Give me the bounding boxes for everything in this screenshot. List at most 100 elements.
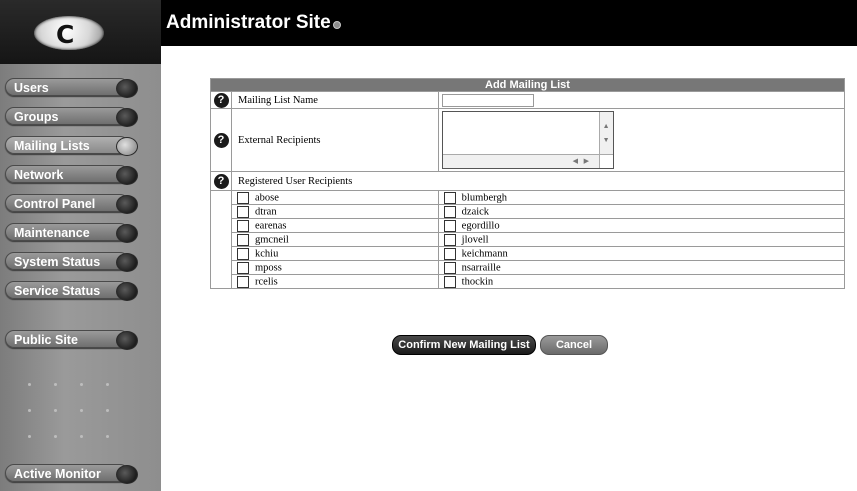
user-name: gmcneil — [255, 233, 289, 245]
user-cell: egordillo — [437, 218, 846, 233]
user-checkbox[interactable] — [237, 275, 249, 288]
user-name: thockin — [461, 275, 494, 287]
user-checkbox[interactable] — [237, 247, 249, 260]
user-name: blumbergh — [461, 191, 507, 203]
user-cell: mposs — [231, 260, 439, 275]
sidebar-item-system-status[interactable]: System Status — [5, 252, 138, 272]
sidebar-item-label: System Status — [14, 255, 101, 269]
external-recipients-cell: ▲ ▼ ◀ ▶ — [437, 108, 846, 172]
nav-knob-icon — [116, 166, 138, 185]
user-cell: thockin — [437, 274, 846, 289]
sidebar-item-control-panel[interactable]: Control Panel — [5, 194, 138, 214]
horizontal-scrollbar[interactable]: ◀ ▶ — [442, 154, 599, 168]
user-name: nsarraille — [461, 261, 501, 273]
scroll-up-arrow-icon[interactable]: ▲ — [603, 122, 610, 130]
mailing-list-name-input[interactable] — [441, 93, 534, 107]
add-mailing-list-form: Add Mailing List ? Mailing List Name ? E… — [210, 78, 846, 289]
user-name: earenas — [255, 219, 287, 231]
sidebar-item-public-site[interactable]: Public Site — [5, 330, 138, 350]
nav-knob-icon — [116, 195, 138, 214]
user-cell: abose — [231, 190, 439, 205]
help-question-icon[interactable]: ? — [213, 92, 229, 108]
user-name: egordillo — [461, 219, 500, 231]
sidebar-item-label: Public Site — [14, 333, 78, 347]
registered-user-recipients-label: Registered User Recipients — [231, 171, 845, 191]
user-cell: rcelis — [231, 274, 439, 289]
user-checkbox[interactable] — [443, 205, 456, 218]
user-checkbox[interactable] — [237, 205, 249, 218]
scroll-right-arrow-icon[interactable]: ▶ — [584, 157, 589, 165]
sidebar: Users Groups Mailing Lists Network Contr… — [0, 64, 161, 491]
external-recipients-label: External Recipients — [231, 108, 439, 172]
user-checkbox[interactable] — [443, 275, 456, 288]
scroll-left-arrow-icon[interactable]: ◀ — [573, 157, 578, 165]
help-cell: ? — [210, 108, 232, 172]
scroll-down-arrow-icon[interactable]: ▼ — [603, 136, 610, 144]
sidebar-item-groups[interactable]: Groups — [5, 107, 138, 127]
logo-area: C — [0, 0, 161, 64]
nav-knob-icon — [116, 253, 138, 272]
user-cell: dzaick — [437, 204, 846, 219]
cobalt-logo[interactable]: C — [34, 16, 104, 50]
sidebar-item-label: Maintenance — [14, 226, 90, 240]
nav-knob-icon — [116, 224, 138, 243]
sidebar-item-service-status[interactable]: Service Status — [5, 281, 138, 301]
form-title: Add Mailing List — [210, 78, 845, 92]
nav-knob-icon — [116, 331, 138, 350]
user-cell: nsarraille — [437, 260, 846, 275]
page-title: Administrator Site — [166, 12, 331, 33]
user-name: abose — [255, 191, 279, 203]
nav-knob-icon — [116, 282, 138, 301]
sidebar-item-users[interactable]: Users — [5, 78, 138, 98]
user-checkbox[interactable] — [237, 261, 249, 274]
user-checkbox[interactable] — [443, 233, 456, 246]
user-name: dtran — [255, 205, 277, 217]
spacer-cell — [210, 190, 232, 289]
sidebar-item-active-monitor[interactable]: Active Monitor — [5, 464, 138, 484]
scrollbar-corner — [598, 154, 613, 168]
help-cell: ? — [210, 171, 232, 191]
user-checkbox[interactable] — [237, 219, 249, 232]
sidebar-item-maintenance[interactable]: Maintenance — [5, 223, 138, 243]
user-cell: dtran — [231, 204, 439, 219]
help-cell: ? — [210, 91, 232, 109]
sidebar-item-label: Users — [14, 81, 49, 95]
user-name: jlovell — [461, 233, 489, 245]
nav-knob-icon — [116, 137, 138, 156]
nav-knob-icon — [116, 108, 138, 127]
sidebar-item-label: Groups — [14, 110, 59, 124]
sidebar-item-label: Mailing Lists — [14, 139, 90, 153]
confirm-new-mailing-list-button[interactable]: Confirm New Mailing List — [392, 335, 536, 355]
sidebar-item-network[interactable]: Network — [5, 165, 138, 185]
user-name: rcelis — [255, 275, 278, 287]
external-recipients-textarea[interactable]: ▲ ▼ ◀ ▶ — [441, 111, 614, 169]
sidebar-item-label: Control Panel — [14, 197, 96, 211]
mailing-list-name-label: Mailing List Name — [231, 91, 439, 109]
user-cell: gmcneil — [231, 232, 439, 247]
user-cell: jlovell — [437, 232, 846, 247]
user-name: keichmann — [461, 247, 508, 259]
vertical-scrollbar[interactable]: ▲ ▼ — [598, 112, 613, 154]
user-checkbox[interactable] — [237, 233, 249, 246]
user-cell: earenas — [231, 218, 439, 233]
user-checkbox[interactable] — [443, 219, 456, 232]
nav-knob-icon — [116, 465, 138, 484]
help-question-icon[interactable]: ? — [213, 173, 229, 189]
user-checkbox[interactable] — [443, 261, 456, 274]
logo-mark: C — [56, 20, 74, 49]
user-name: mposs — [255, 261, 282, 273]
user-checkbox[interactable] — [237, 191, 249, 204]
nav-knob-icon — [116, 79, 138, 98]
user-checkbox[interactable] — [443, 191, 456, 204]
user-name: kchiu — [255, 247, 279, 259]
title-bullet-icon — [333, 21, 341, 29]
sidebar-item-label: Network — [14, 168, 64, 182]
sidebar-item-label: Service Status — [14, 284, 101, 298]
cancel-button[interactable]: Cancel — [540, 335, 608, 355]
sidebar-item-mailing-lists[interactable]: Mailing Lists — [5, 136, 138, 156]
user-checkbox[interactable] — [443, 247, 456, 260]
sidebar-item-label: Active Monitor — [14, 467, 101, 481]
user-name: dzaick — [461, 205, 490, 217]
help-question-icon[interactable]: ? — [213, 132, 229, 148]
user-cell: keichmann — [437, 246, 846, 261]
